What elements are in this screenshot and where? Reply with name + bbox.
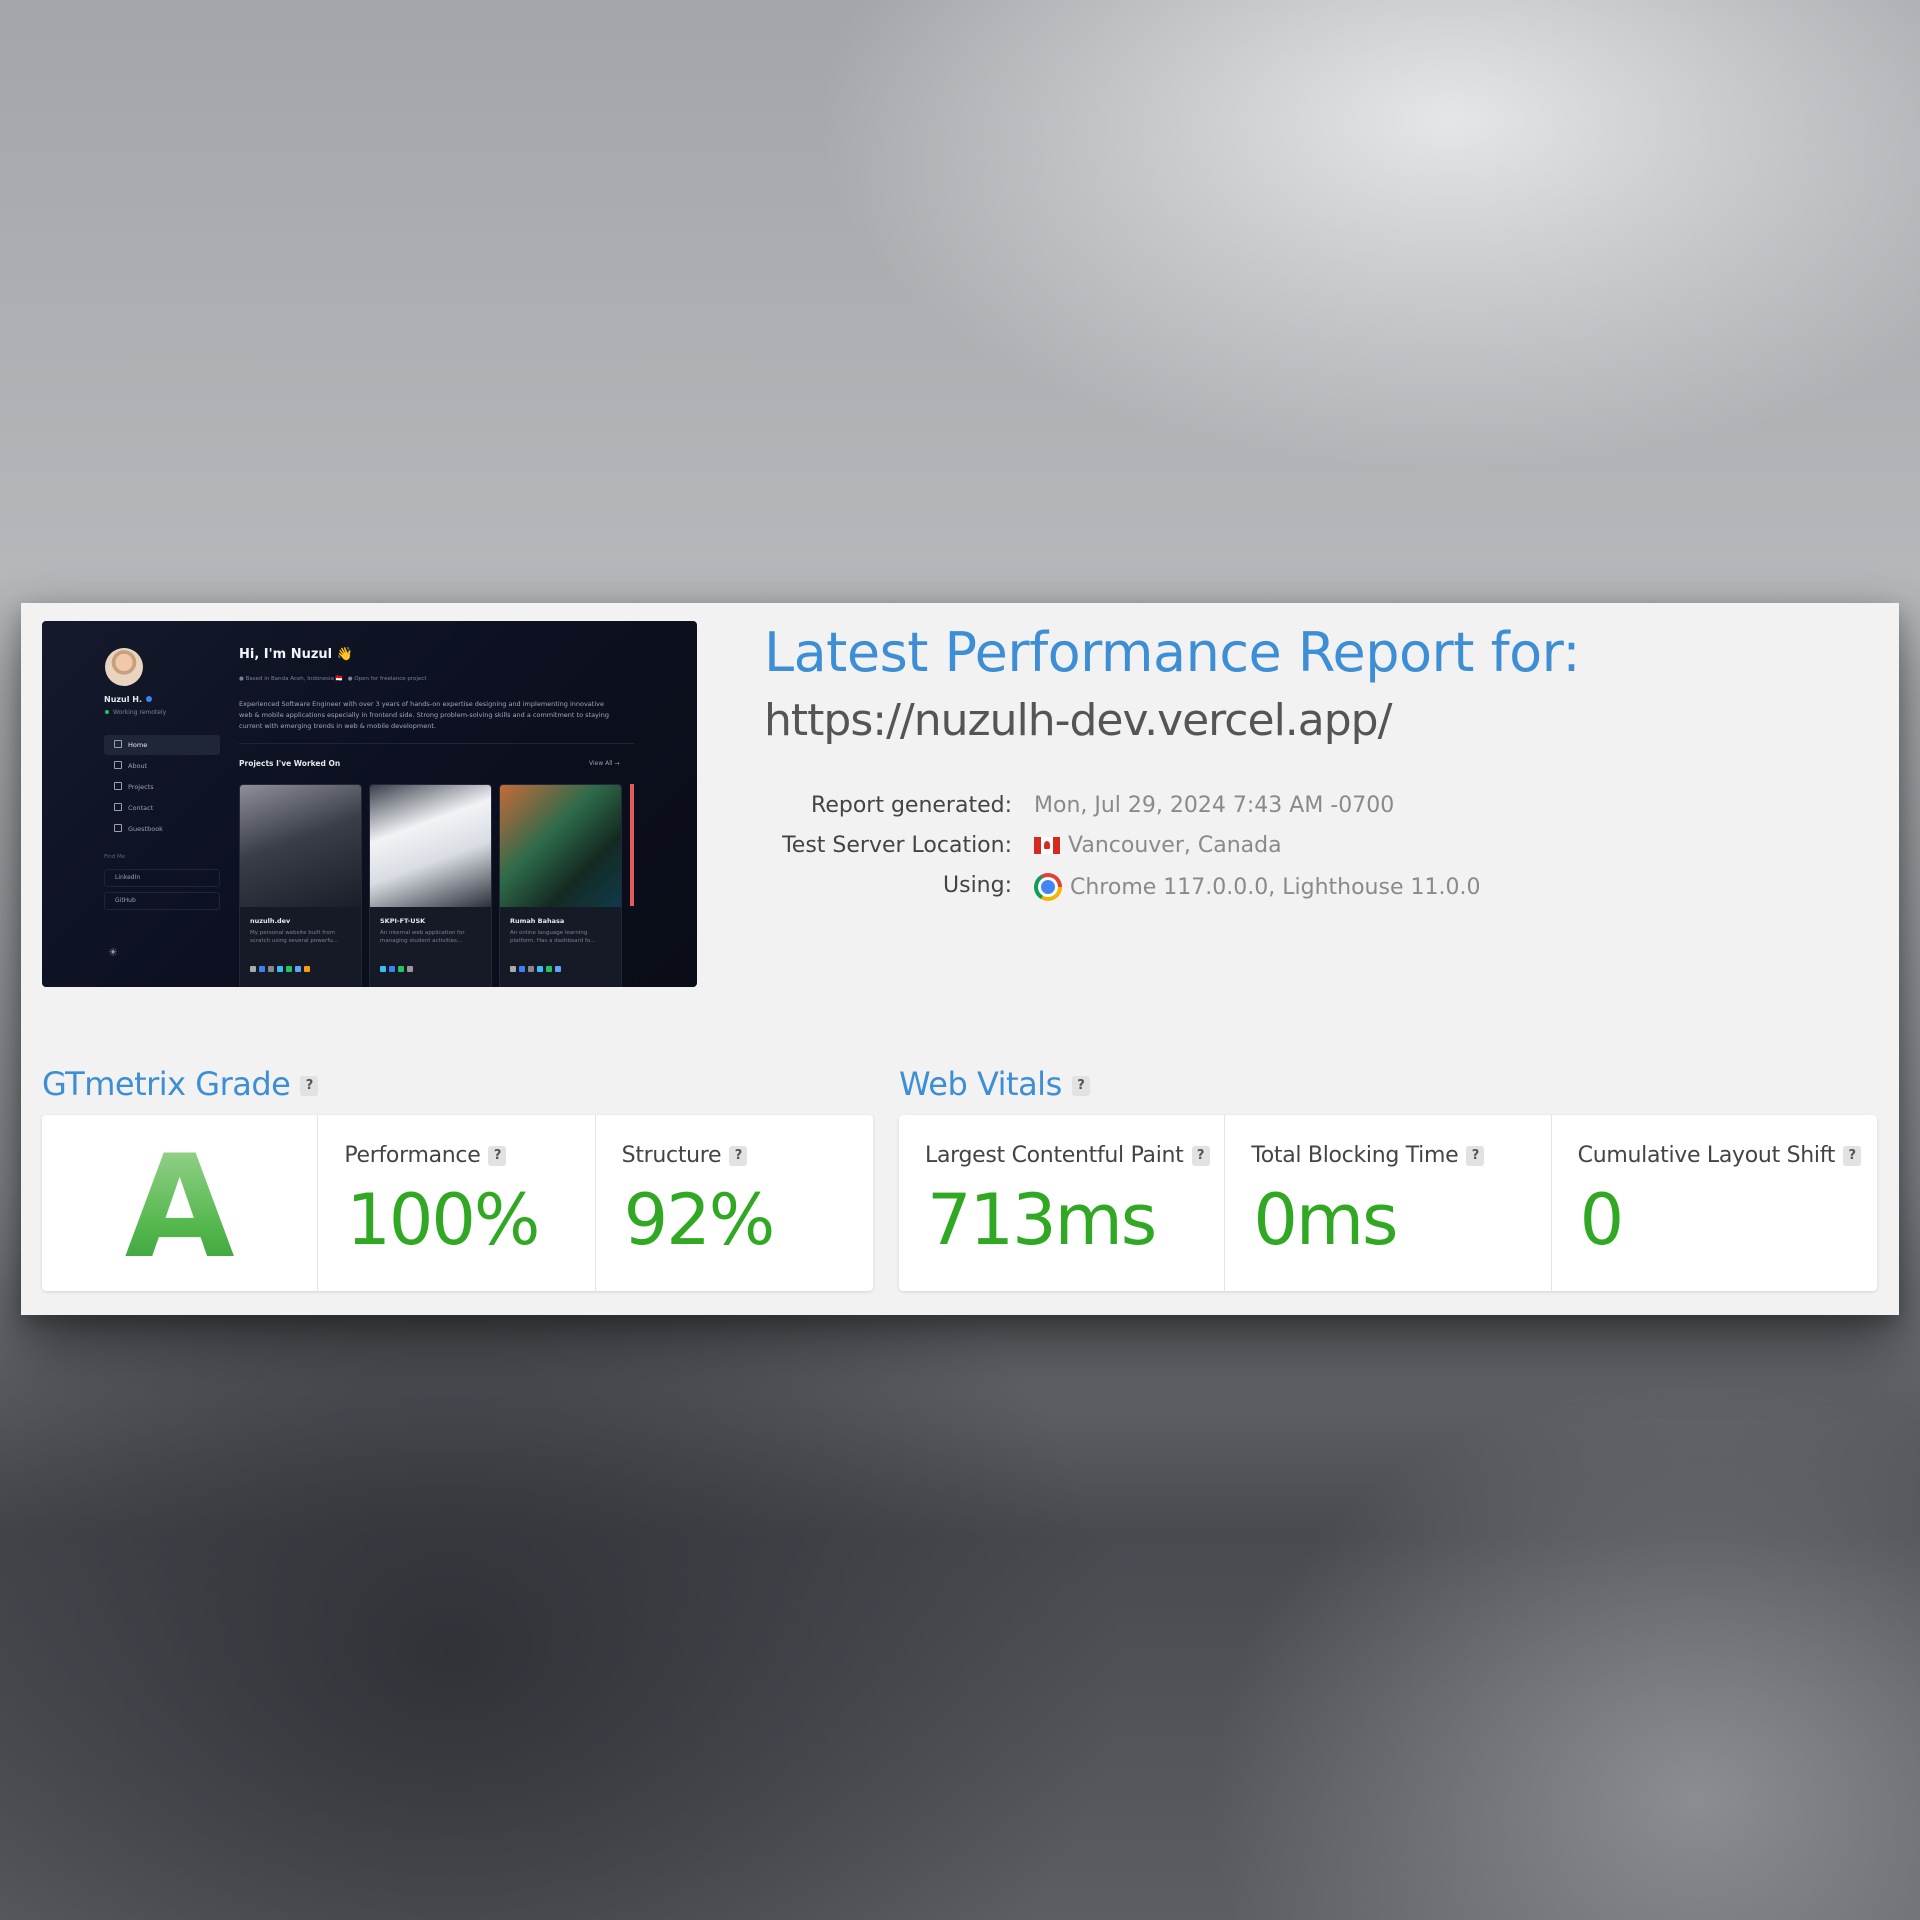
grade-cell: A bbox=[42, 1115, 319, 1291]
help-icon[interactable]: ? bbox=[1843, 1146, 1862, 1166]
report-card: Nuzul H. Working remotely Home About Pro… bbox=[21, 603, 1899, 1315]
help-icon[interactable]: ? bbox=[1466, 1146, 1485, 1166]
preview-view-all: View All → bbox=[589, 760, 620, 767]
location-label: Test Server Location: bbox=[782, 833, 1012, 858]
preview-nav-home: Home bbox=[104, 735, 220, 755]
chrome-icon bbox=[1034, 873, 1062, 901]
performance-label: Performance? bbox=[344, 1143, 507, 1168]
project-title: nuzulh.dev bbox=[250, 917, 291, 925]
web-vitals-heading: Web Vitals? bbox=[899, 1065, 1090, 1103]
canada-flag-icon bbox=[1034, 837, 1060, 854]
preview-nav-guestbook: Guestbook bbox=[104, 819, 220, 839]
tbt-label: Total Blocking Time? bbox=[1251, 1143, 1485, 1168]
help-icon[interactable]: ? bbox=[1071, 1076, 1090, 1096]
preview-bio: Experienced Software Engineer with over … bbox=[239, 700, 609, 730]
preview-divider bbox=[239, 743, 634, 744]
next-project-peek bbox=[630, 784, 634, 906]
preview-projects-heading: Projects I've Worked On bbox=[239, 759, 341, 768]
projects-icon bbox=[114, 782, 122, 790]
project-desc: My personal website built from scratch u… bbox=[250, 930, 339, 944]
grade-letter: A bbox=[42, 1125, 317, 1290]
structure-label: Structure? bbox=[622, 1143, 748, 1168]
project-thumbnail bbox=[500, 785, 621, 907]
preview-follow-label: Find Me bbox=[104, 854, 126, 860]
preview-meta: ● Based in Banda Aceh, Indonesia 🇮🇩 ● Op… bbox=[239, 676, 427, 682]
preview-nav: Home About Projects Contact Guestbook bbox=[104, 735, 220, 840]
contact-icon bbox=[114, 803, 122, 811]
help-icon[interactable]: ? bbox=[1191, 1146, 1210, 1166]
project-stack-icons bbox=[510, 957, 564, 976]
structure-value: 92% bbox=[623, 1179, 776, 1261]
preview-nav-contact: Contact bbox=[104, 798, 220, 818]
chat-icon bbox=[114, 824, 122, 832]
project-thumbnail bbox=[240, 785, 361, 907]
preview-project-card: Rumah Bahasa An online language learning… bbox=[499, 784, 622, 987]
cls-cell: Cumulative Layout Shift? 0 bbox=[1552, 1115, 1877, 1291]
cls-value: 0 bbox=[1579, 1179, 1625, 1261]
theme-toggle-icon: ☀ bbox=[108, 946, 118, 959]
preview-social-linkedin: LinkedIn bbox=[104, 869, 220, 887]
gtmetrix-grade-heading: GTmetrix Grade? bbox=[42, 1065, 319, 1103]
project-stack-icons bbox=[380, 957, 416, 976]
lcp-label: Largest Contentful Paint? bbox=[925, 1143, 1210, 1168]
preview-nav-projects: Projects bbox=[104, 777, 220, 797]
preview-social-github: GitHub bbox=[104, 892, 220, 910]
tbt-cell: Total Blocking Time? 0ms bbox=[1225, 1115, 1552, 1291]
tbt-value: 0ms bbox=[1253, 1179, 1398, 1261]
user-icon bbox=[114, 761, 122, 769]
generated-label: Report generated: bbox=[811, 793, 1012, 818]
help-icon[interactable]: ? bbox=[729, 1146, 748, 1166]
project-desc: An internal web application for managing… bbox=[380, 930, 465, 944]
project-stack-icons bbox=[250, 957, 313, 976]
cls-label: Cumulative Layout Shift? bbox=[1578, 1143, 1862, 1168]
performance-value: 100% bbox=[346, 1179, 540, 1261]
lcp-value: 713ms bbox=[927, 1179, 1157, 1261]
report-title: Latest Performance Report for: bbox=[764, 621, 1581, 684]
project-title: SKPI-FT-USK bbox=[380, 917, 426, 925]
using-label: Using: bbox=[943, 873, 1012, 898]
help-icon[interactable]: ? bbox=[488, 1146, 507, 1166]
verified-icon bbox=[146, 696, 153, 702]
structure-cell: Structure? 92% bbox=[596, 1115, 873, 1291]
report-url[interactable]: https://nuzulh-dev.vercel.app/ bbox=[764, 695, 1392, 746]
preview-project-card: nuzulh.dev My personal website built fro… bbox=[239, 784, 362, 987]
help-icon[interactable]: ? bbox=[300, 1076, 319, 1096]
site-screenshot: Nuzul H. Working remotely Home About Pro… bbox=[42, 621, 697, 987]
preview-project-card: SKPI-FT-USK An internal web application … bbox=[369, 784, 492, 987]
preview-nav-about: About bbox=[104, 756, 220, 776]
generated-value: Mon, Jul 29, 2024 7:43 AM -0700 bbox=[1034, 793, 1395, 818]
home-icon bbox=[114, 740, 122, 748]
project-title: Rumah Bahasa bbox=[510, 917, 565, 925]
lcp-cell: Largest Contentful Paint? 713ms bbox=[899, 1115, 1226, 1291]
location-value-wrap: Vancouver, Canada bbox=[1034, 833, 1282, 858]
performance-cell: Performance? 100% bbox=[318, 1115, 596, 1291]
location-value: Vancouver, Canada bbox=[1068, 833, 1282, 858]
using-value: Chrome 117.0.0.0, Lighthouse 11.0.0 bbox=[1070, 875, 1481, 900]
preview-profile-name: Nuzul H. bbox=[104, 695, 153, 704]
using-value-wrap: Chrome 117.0.0.0, Lighthouse 11.0.0 bbox=[1034, 873, 1480, 901]
preview-avatar bbox=[105, 648, 143, 686]
preview-profile-status: Working remotely bbox=[105, 709, 166, 716]
preview-greeting: Hi, I'm Nuzul 👋 bbox=[239, 647, 353, 662]
preview-social: LinkedIn GitHub bbox=[104, 869, 220, 915]
project-desc: An online language learning platform. Ha… bbox=[510, 930, 596, 944]
project-thumbnail bbox=[370, 785, 491, 907]
gtmetrix-grade-panel: A Performance? 100% Structure? 92% bbox=[42, 1115, 873, 1291]
web-vitals-panel: Largest Contentful Paint? 713ms Total Bl… bbox=[899, 1115, 1877, 1291]
